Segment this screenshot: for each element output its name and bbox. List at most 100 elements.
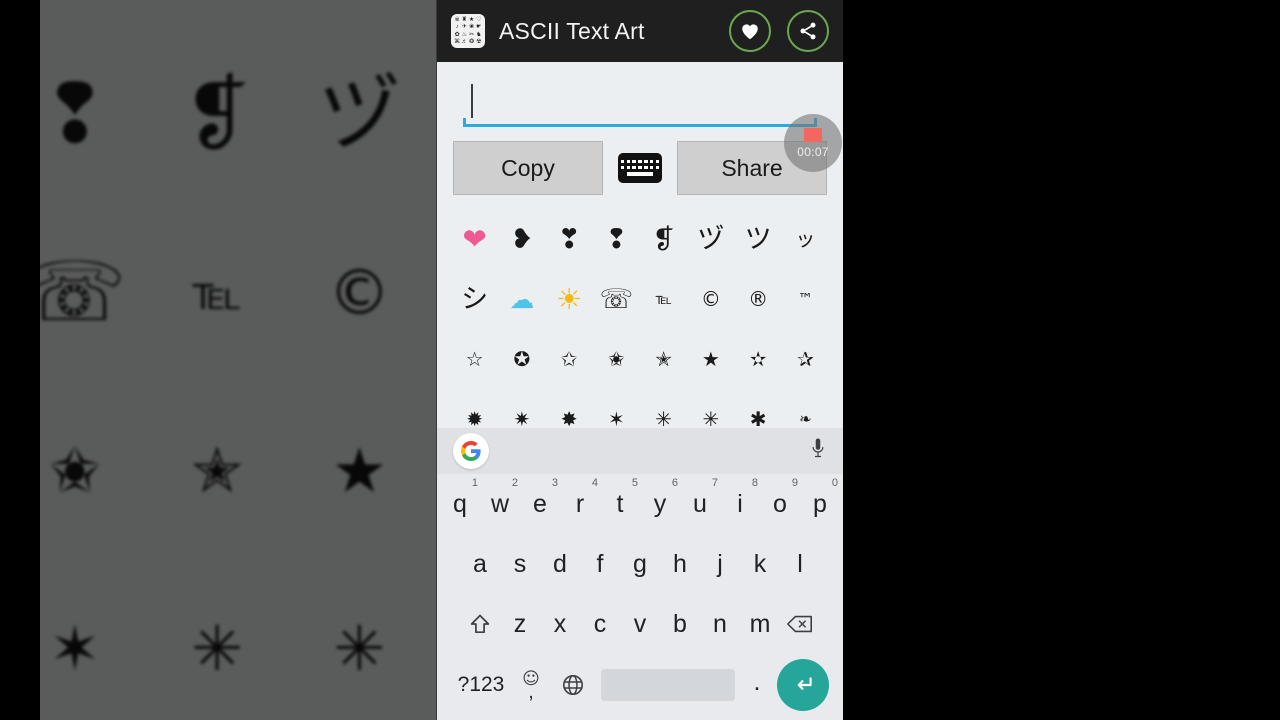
emoji-comma-key[interactable]: ☺ , — [511, 671, 551, 703]
key-y-number: 6 — [671, 477, 678, 489]
key-b[interactable]: b — [660, 594, 700, 654]
share-button[interactable] — [787, 10, 829, 52]
key-m[interactable]: m — [740, 594, 780, 654]
symbols-key[interactable]: ?123 — [451, 673, 511, 697]
glyph-circled-white-star[interactable]: ✪ — [498, 349, 545, 369]
period-key[interactable]: . — [741, 669, 773, 701]
voice-input-button[interactable] — [809, 436, 827, 467]
key-u[interactable]: u7 — [680, 474, 720, 534]
keyboard-row-1: q1w2e3r4t5y6u7i8o9p0 — [437, 474, 843, 534]
favorite-button[interactable] — [729, 10, 771, 52]
glyph-shadowed-white-star[interactable]: ✰ — [782, 349, 829, 369]
bg-glyph: © — [328, 256, 391, 329]
key-o[interactable]: o9 — [760, 474, 800, 534]
key-j[interactable]: j — [700, 534, 740, 594]
glyph-eight-spoked-asterisk[interactable]: ✳ — [640, 409, 687, 429]
glyph-tel-symbol[interactable]: ℡ — [640, 291, 687, 307]
key-t-number: 5 — [631, 477, 638, 489]
copy-button[interactable]: Copy — [453, 141, 603, 195]
globe-language-key[interactable] — [551, 673, 595, 697]
key-s[interactable]: s — [500, 534, 540, 594]
glyph-white-telephone-icon[interactable]: ☏ — [593, 286, 640, 313]
glyph-heavy-eight-pointed-rectilinear-black-star[interactable]: ✸ — [546, 409, 593, 429]
key-e[interactable]: e3 — [520, 474, 560, 534]
glyph-rotated-heavy-heart-bullet[interactable]: ❥ — [498, 226, 545, 253]
glyph-stress-outlined-white-star[interactable]: ✩ — [546, 349, 593, 369]
glyph-katakana-zu[interactable]: ヅ — [687, 226, 734, 253]
key-n[interactable]: n — [700, 594, 740, 654]
keyboard-row-3-letters: zxcvbnm — [500, 594, 780, 654]
input-underline — [463, 118, 817, 127]
glyph-twelve-pointed-black-star[interactable]: ✹ — [451, 409, 498, 429]
key-a[interactable]: a — [460, 534, 500, 594]
glyph-row-stars: ☆ ✪ ✩ ✬ ✭ ★ ✫ ✰ — [437, 329, 843, 389]
key-u-number: 7 — [711, 477, 718, 489]
glyph-heart-pink[interactable]: ❤ — [451, 224, 498, 254]
stop-recording-button[interactable] — [804, 127, 822, 142]
key-d[interactable]: d — [540, 534, 580, 594]
key-p[interactable]: p0 — [800, 474, 840, 534]
key-y[interactable]: y6 — [640, 474, 680, 534]
glyph-open-centre-black-star[interactable]: ✫ — [735, 349, 782, 369]
bg-glyph: ✭ — [191, 434, 244, 507]
glyph-copyright-symbol[interactable]: © — [687, 289, 734, 309]
glyph-cloud-icon[interactable]: ☁ — [498, 287, 545, 312]
screen-recording-indicator[interactable]: 00:07 — [784, 114, 842, 172]
key-l[interactable]: l — [780, 534, 820, 594]
glyph-sun-icon[interactable]: ☀ — [546, 284, 593, 314]
key-g[interactable]: g — [620, 534, 660, 594]
shift-key[interactable] — [460, 594, 500, 654]
glyph-rotated-floral-heart-bullet[interactable]: ❧ — [782, 411, 829, 427]
key-i[interactable]: i8 — [720, 474, 760, 534]
key-i-number: 8 — [751, 477, 758, 489]
spacebar[interactable] — [601, 669, 735, 701]
glyph-heavy-asterisk[interactable]: ✱ — [735, 409, 782, 429]
bg-glyph: ☏ — [40, 245, 127, 340]
key-q[interactable]: q1 — [440, 474, 480, 534]
keyboard-icon[interactable] — [618, 153, 662, 183]
glyph-katakana-small-tsu[interactable]: ッ — [782, 229, 829, 249]
backspace-key[interactable] — [780, 594, 820, 654]
bg-glyph: ❡ — [182, 67, 252, 162]
ascii-text-input[interactable] — [453, 80, 827, 124]
key-o-number: 9 — [791, 477, 798, 489]
keyboard-row-4: ?123 ☺ , . — [437, 654, 843, 716]
glyph-curved-stem-paragraph-ornament[interactable]: ❡ — [640, 226, 687, 253]
glyph-black-centred-white-star[interactable]: ✬ — [593, 349, 640, 369]
glyph-katakana-tsu[interactable]: ツ — [735, 226, 782, 253]
glyph-heavy-exclamation-ornament[interactable]: ❢ — [593, 226, 640, 253]
key-z[interactable]: z — [500, 594, 540, 654]
glyph-trademark-symbol[interactable]: ™ — [782, 291, 829, 307]
key-r-number: 4 — [591, 477, 598, 489]
key-t[interactable]: t5 — [600, 474, 640, 534]
glyph-registered-symbol[interactable]: ® — [735, 289, 782, 309]
key-h[interactable]: h — [660, 534, 700, 594]
key-w-number: 2 — [511, 477, 518, 489]
google-g-logo[interactable] — [453, 433, 489, 469]
keyboard-row-2: asdfghjkl — [437, 534, 843, 594]
bg-glyph: ヅ — [318, 67, 401, 162]
text-caret — [471, 84, 473, 118]
glyph-six-pointed-black-star[interactable]: ✶ — [593, 409, 640, 429]
gboard-keyboard: q1w2e3r4t5y6u7i8o9p0 asdfghjkl zxcvbnm ?… — [437, 428, 843, 720]
key-w[interactable]: w2 — [480, 474, 520, 534]
glyph-eight-spoked-asterisk-light[interactable]: ✳ — [687, 409, 734, 429]
glyph-heavy-heart-exclamation[interactable]: ❣ — [546, 226, 593, 253]
key-v[interactable]: v — [620, 594, 660, 654]
key-x[interactable]: x — [540, 594, 580, 654]
glyph-katakana-shi[interactable]: シ — [451, 286, 498, 313]
key-f[interactable]: f — [580, 534, 620, 594]
key-e-number: 3 — [551, 477, 558, 489]
glyph-white-star[interactable]: ☆ — [451, 349, 498, 369]
key-k[interactable]: k — [740, 534, 780, 594]
enter-key[interactable] — [777, 659, 829, 711]
key-r[interactable]: r4 — [560, 474, 600, 534]
globe-language-icon — [563, 675, 583, 695]
glyph-eight-pointed-rectilinear-black-star[interactable]: ✷ — [498, 409, 545, 429]
glyph-outlined-black-star[interactable]: ✭ — [640, 349, 687, 369]
shift-icon — [470, 614, 490, 634]
glyph-black-star[interactable]: ★ — [687, 349, 734, 369]
key-c[interactable]: c — [580, 594, 620, 654]
page-title: ASCII Text Art — [499, 17, 645, 44]
action-row: Copy Share — [437, 127, 843, 205]
